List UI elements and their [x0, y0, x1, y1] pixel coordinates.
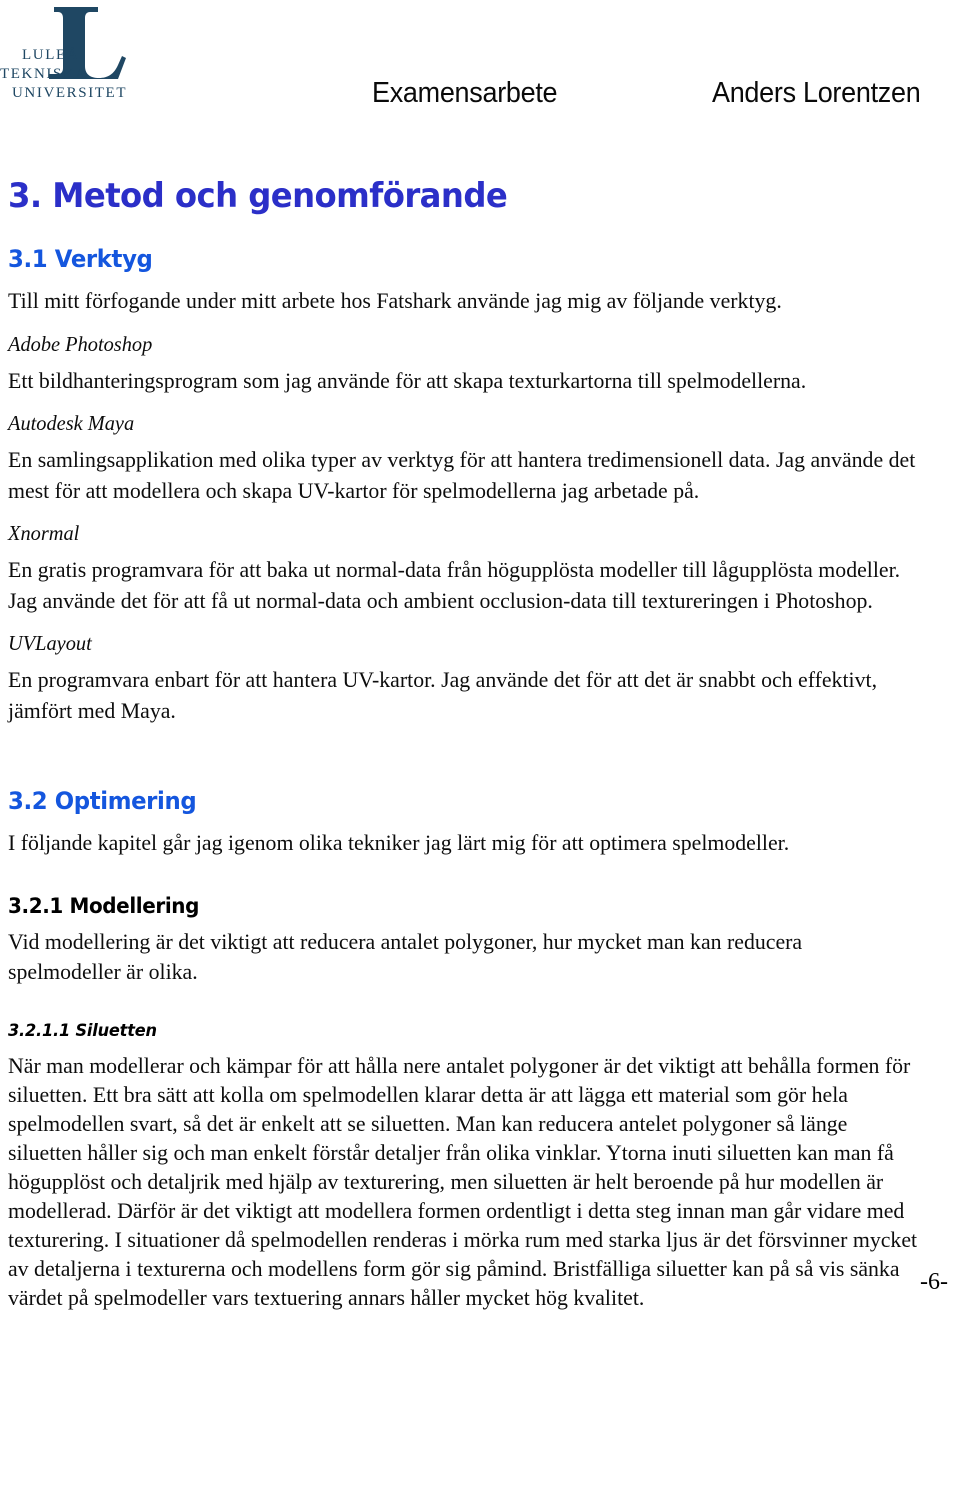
section-title-3-2: 3.2 Optimering [8, 787, 197, 815]
tool-name-autodesk-maya: Autodesk Maya [8, 411, 135, 435]
logo-line-tekniska: TEKNISKA [0, 66, 88, 82]
tool-description-adobe-photoshop: Ett bildhanteringsprogram som jag använd… [8, 367, 807, 393]
page-number-footer: -6- [920, 1268, 948, 1295]
header-author-name: Anders Lorentzen [712, 77, 921, 109]
lulea-tekniska-universitet-logo: LULEÅ TEKNISKA UNIVERSITET [0, 2, 230, 132]
tool-description-xnormal: En gratis programvara för att baka ut no… [8, 557, 901, 613]
subsubsection-title-3-2-1-1: 3.2.1.1 Siluetten [8, 1020, 157, 1041]
tool-description-uvlayout: En programvara enbart för att hantera UV… [8, 667, 878, 723]
chapter-title: 3. Metod och genomförande [8, 176, 508, 216]
section-3-1-intro-paragraph: Till mitt förfogande under mitt arbete h… [8, 288, 782, 313]
section-title-3-1: 3.1 Verktyg [8, 245, 153, 273]
tool-description-autodesk-maya: En samlingsapplikation med olika typer a… [8, 447, 916, 503]
logo-line-universitet: UNIVERSITET [12, 85, 127, 101]
logo-line-lulea: LULEÅ [22, 47, 79, 63]
document-body: 3. Metod och genomförande 3.1 Verktyg Ti… [8, 158, 948, 1312]
document-page: LULEÅ TEKNISKA UNIVERSITET Examensarbete… [0, 0, 960, 1486]
subsection-title-3-2-1: 3.2.1 Modellering [8, 893, 200, 918]
tool-name-adobe-photoshop: Adobe Photoshop [8, 331, 153, 356]
subsection-3-2-1-paragraph: Vid modellering är det viktigt att reduc… [8, 928, 803, 985]
header-document-title: Examensarbete [372, 77, 558, 109]
page-header: LULEÅ TEKNISKA UNIVERSITET Examensarbete… [0, 0, 960, 150]
tool-name-xnormal: Xnormal [8, 521, 80, 545]
tool-name-uvlayout: UVLayout [8, 631, 92, 655]
section-3-2-intro-paragraph: I följande kapitel går jag igenom olika … [8, 830, 790, 855]
